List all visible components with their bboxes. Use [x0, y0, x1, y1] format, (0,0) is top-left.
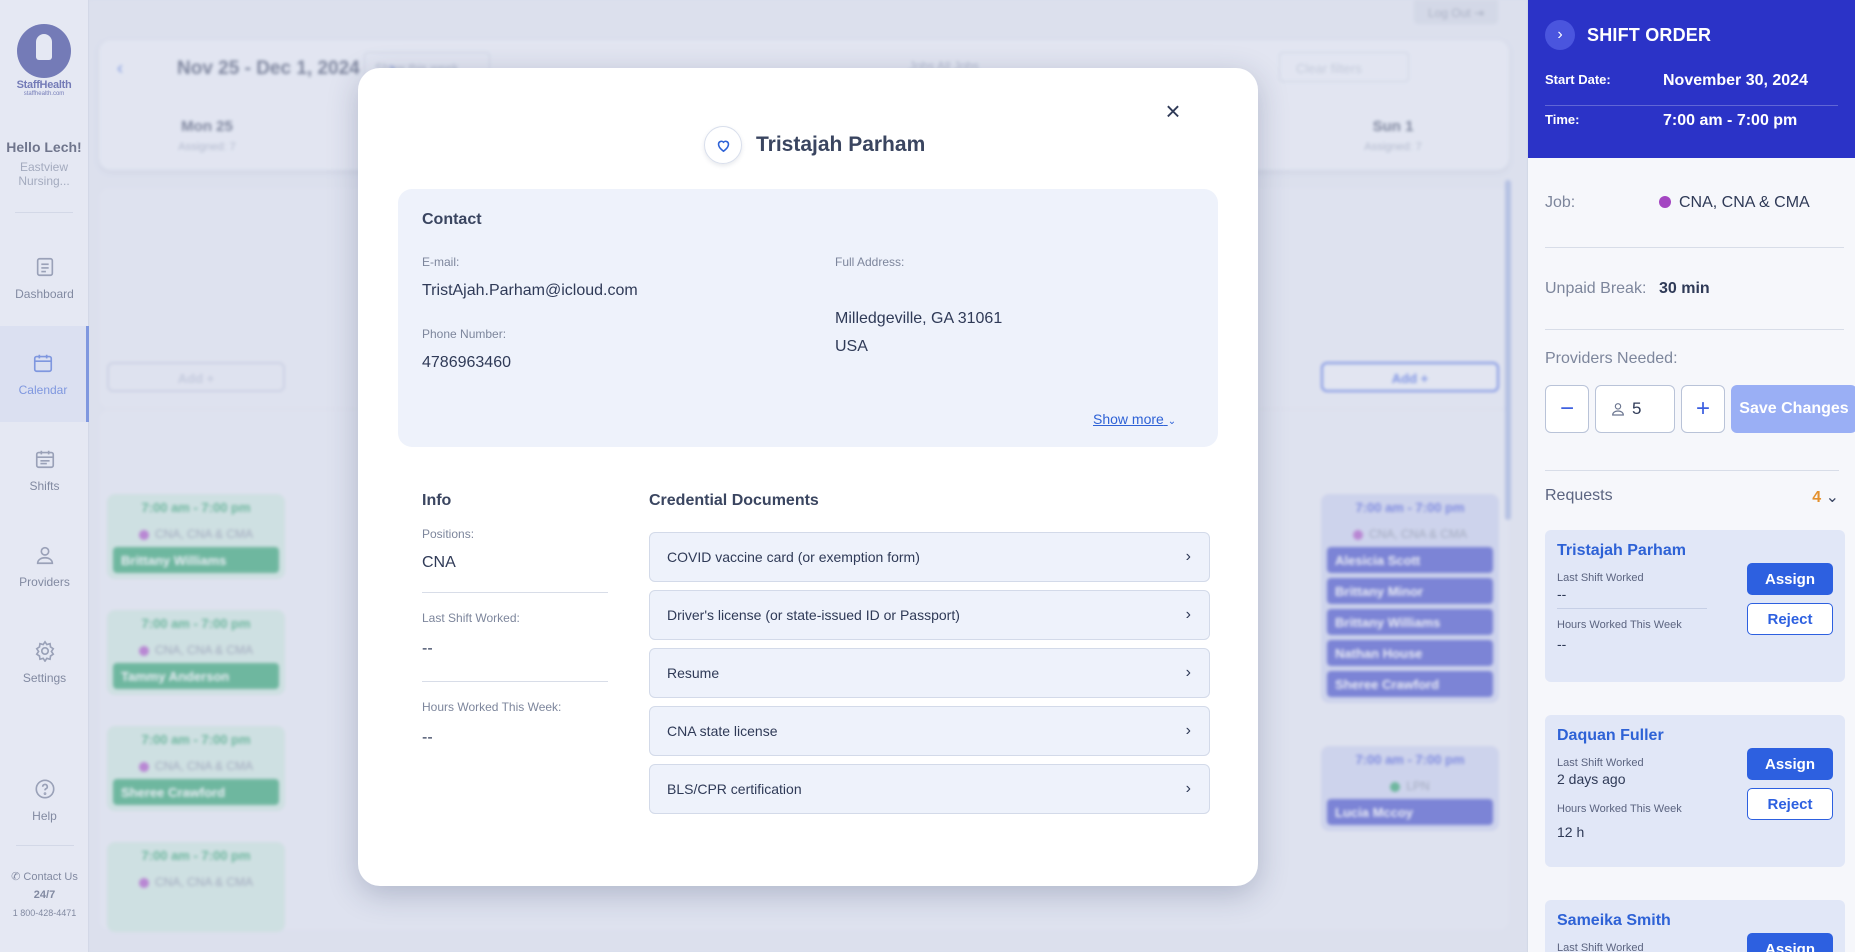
show-more-link[interactable]: Show more ⌄: [1093, 411, 1176, 427]
collapse-panel-button[interactable]: ›: [1545, 20, 1575, 50]
increment-button[interactable]: +: [1681, 385, 1725, 433]
chevron-right-icon: ›: [1185, 606, 1191, 623]
time-value: 7:00 am - 7:00 pm: [1663, 112, 1798, 129]
providers-needed-label: Providers Needed:: [1545, 350, 1678, 367]
start-date-label: Start Date:: [1545, 72, 1611, 87]
address-line2: USA: [835, 338, 868, 355]
credentials-heading: Credential Documents: [649, 492, 819, 509]
request-provider-name[interactable]: Sameika Smith: [1557, 912, 1833, 930]
document-label: CNA state license: [667, 723, 778, 739]
request-card: Tristajah Parham Last Shift Worked -- Ho…: [1545, 530, 1845, 682]
break-label: Unpaid Break:: [1545, 280, 1647, 297]
contact-heading: Contact: [422, 211, 482, 228]
request-provider-name[interactable]: Daquan Fuller: [1557, 727, 1833, 745]
divider: [422, 592, 608, 593]
time-label: Time:: [1545, 112, 1580, 127]
credential-document-item[interactable]: COVID vaccine card (or exemption form) ›: [649, 532, 1210, 582]
request-card: Daquan Fuller Last Shift Worked 2 days a…: [1545, 715, 1845, 867]
chevron-right-icon: ›: [1185, 664, 1191, 681]
break-row: Unpaid Break: 30 min: [1545, 248, 1844, 330]
credential-document-item[interactable]: BLS/CPR certification ›: [649, 764, 1210, 814]
address-line1: Milledgeville, GA 31061: [835, 310, 1003, 327]
document-label: Resume: [667, 665, 720, 681]
job-label: Job:: [1545, 194, 1576, 211]
providers-stepper: − 5 + Save Changes: [1545, 385, 1855, 433]
credential-document-item[interactable]: Driver's license (or state-issued ID or …: [649, 590, 1210, 640]
positions-label: Positions:: [422, 527, 475, 541]
chevron-right-icon: ›: [1185, 722, 1191, 739]
panel-title: SHIFT ORDER: [1587, 24, 1712, 45]
address-label: Full Address:: [835, 255, 905, 269]
hours-label: Hours Worked This Week:: [422, 700, 562, 714]
document-label: COVID vaccine card (or exemption form): [667, 549, 920, 565]
email-label: E-mail:: [422, 255, 460, 269]
last-shift-label: Last Shift Worked:: [422, 611, 520, 625]
heart-icon: [717, 140, 729, 152]
plus-icon: +: [1695, 395, 1710, 422]
divider: [422, 681, 608, 682]
job-value: CNA, CNA & CMA: [1679, 193, 1810, 211]
contact-card: Contact E-mail: TristAjah.Parham@icloud.…: [398, 189, 1218, 447]
close-icon[interactable]: ×: [1160, 96, 1186, 126]
reject-button[interactable]: Reject: [1747, 788, 1833, 820]
document-label: BLS/CPR certification: [667, 781, 802, 797]
chevron-right-icon: ›: [1185, 548, 1191, 565]
shift-order-header: › SHIFT ORDER Start Date: November 30, 2…: [1528, 0, 1855, 158]
job-color-dot: [1659, 195, 1671, 208]
info-heading: Info: [422, 492, 452, 509]
break-value: 30 min: [1659, 279, 1710, 297]
phone-value[interactable]: 4786963460: [422, 354, 511, 372]
phone-label: Phone Number:: [422, 327, 507, 341]
decrement-button[interactable]: −: [1545, 385, 1589, 433]
hours-value: --: [1557, 636, 1567, 652]
chevron-right-icon: ›: [1557, 26, 1563, 43]
person-icon: [1612, 403, 1624, 416]
request-provider-name[interactable]: Tristajah Parham: [1557, 542, 1833, 560]
providers-needed-value: 5: [1632, 399, 1642, 418]
chevron-down-icon: ⌄: [1167, 416, 1177, 427]
credential-document-item[interactable]: Resume ›: [649, 648, 1210, 698]
save-changes-button[interactable]: Save Changes: [1731, 385, 1855, 433]
email-value[interactable]: TristAjah.Parham@icloud.com: [422, 282, 638, 300]
hours-value: --: [422, 729, 433, 746]
job-row: Job: CNA, CNA & CMA: [1545, 158, 1844, 248]
shift-order-panel: › SHIFT ORDER Start Date: November 30, 2…: [1527, 0, 1855, 952]
providers-needed-input[interactable]: 5: [1595, 385, 1675, 433]
start-date-value: November 30, 2024: [1663, 72, 1808, 89]
provider-details-modal: × Tristajah Parham Contact E-mail: Trist…: [358, 68, 1258, 886]
assign-button[interactable]: Assign: [1747, 563, 1833, 595]
modal-title: Tristajah Parham: [704, 126, 925, 164]
chevron-right-icon: ›: [1185, 780, 1191, 797]
requests-count: 4: [1812, 489, 1822, 506]
requests-label: Requests: [1545, 487, 1613, 504]
document-label: Driver's license (or state-issued ID or …: [667, 607, 960, 623]
last-shift-value: --: [422, 640, 433, 657]
assign-button[interactable]: Assign: [1747, 748, 1833, 780]
favorite-button[interactable]: [704, 126, 742, 164]
credential-document-item[interactable]: CNA state license ›: [649, 706, 1210, 756]
requests-header[interactable]: Requests 4 ⌄: [1545, 470, 1839, 507]
minus-icon: −: [1559, 395, 1574, 422]
request-card: Sameika Smith Last Shift Worked Assign: [1545, 900, 1845, 952]
provider-name: Tristajah Parham: [756, 133, 926, 156]
assign-button[interactable]: Assign: [1747, 933, 1833, 952]
reject-button[interactable]: Reject: [1747, 603, 1833, 635]
positions-value: CNA: [422, 554, 456, 571]
show-more-label: Show more: [1093, 411, 1164, 427]
chevron-down-icon: ⌄: [1825, 489, 1839, 506]
hours-value: 12 h: [1557, 824, 1585, 840]
divider: [1557, 608, 1707, 609]
